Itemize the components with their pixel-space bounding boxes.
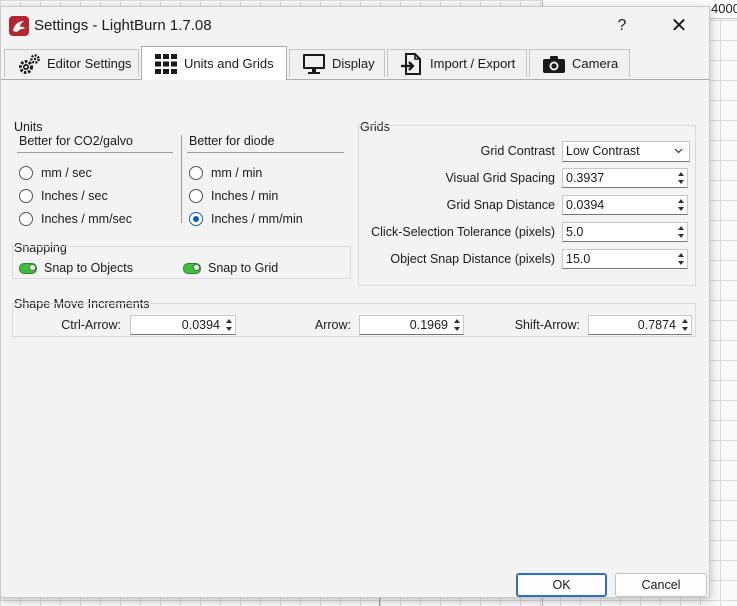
radio-circle-selected[interactable] bbox=[189, 212, 203, 226]
object-snap-distance-label: Object Snap Distance (pixels) bbox=[390, 252, 555, 266]
radio-circle[interactable] bbox=[19, 166, 33, 180]
arrow-input[interactable] bbox=[363, 317, 448, 333]
radio-inches-sec[interactable]: Inches / sec bbox=[19, 189, 108, 203]
tab-display-label: Display bbox=[332, 56, 375, 71]
units-group-title: Units bbox=[14, 120, 43, 134]
spin-arrows[interactable] bbox=[676, 197, 686, 213]
click-selection-tolerance-spinbox[interactable] bbox=[562, 222, 688, 242]
camera-icon bbox=[543, 55, 565, 73]
arrow-label: Arrow: bbox=[314, 318, 351, 332]
shift-arrow-input[interactable] bbox=[592, 317, 676, 333]
spin-arrows[interactable] bbox=[676, 224, 686, 240]
toggle-switch-on[interactable] bbox=[183, 262, 201, 274]
visual-grid-spacing-label: Visual Grid Spacing bbox=[445, 171, 555, 185]
ctrl-arrow-spinbox[interactable] bbox=[130, 315, 236, 335]
tab-import-export-label: Import / Export bbox=[430, 56, 516, 71]
radio-label: mm / sec bbox=[41, 166, 92, 180]
spin-arrows[interactable] bbox=[680, 317, 690, 333]
spin-arrows[interactable] bbox=[224, 317, 234, 333]
grid-contrast-select[interactable]: Low Contrast bbox=[562, 141, 690, 162]
co2-column-header: Better for CO2/galvo bbox=[19, 134, 133, 148]
radio-circle[interactable] bbox=[189, 166, 203, 180]
snap-to-objects-label: Snap to Objects bbox=[44, 261, 133, 275]
shift-arrow-spinbox[interactable] bbox=[588, 315, 692, 335]
ctrl-arrow-label: Ctrl-Arrow: bbox=[61, 318, 121, 332]
radio-label: Inches / min bbox=[211, 189, 279, 203]
tab-camera[interactable]: Camera bbox=[529, 49, 630, 77]
gears-icon bbox=[19, 53, 40, 74]
diode-column-header: Better for diode bbox=[189, 134, 275, 148]
click-selection-tolerance-input[interactable] bbox=[566, 224, 666, 240]
close-button[interactable]: ✕ bbox=[664, 12, 694, 40]
title-bar[interactable]: Settings - LightBurn 1.7.08 ? ✕ bbox=[1, 7, 709, 45]
radio-circle[interactable] bbox=[19, 212, 33, 226]
radio-label: Inches / mm/min bbox=[211, 212, 303, 226]
grid-snap-distance-spinbox[interactable] bbox=[562, 195, 688, 215]
snap-to-objects-toggle[interactable]: Snap to Objects bbox=[19, 261, 133, 275]
spin-arrows[interactable] bbox=[676, 251, 686, 267]
radio-mm-min[interactable]: mm / min bbox=[189, 166, 262, 180]
ctrl-arrow-input[interactable] bbox=[134, 317, 220, 333]
visual-grid-spacing-spinbox[interactable] bbox=[562, 168, 688, 188]
diode-header-divider bbox=[187, 152, 344, 153]
radio-inches-mm-sec[interactable]: Inches / mm/sec bbox=[19, 212, 132, 226]
spin-arrows[interactable] bbox=[452, 317, 462, 333]
radio-mm-sec[interactable]: mm / sec bbox=[19, 166, 92, 180]
arrow-spinbox[interactable] bbox=[359, 315, 464, 335]
spin-arrows[interactable] bbox=[676, 170, 686, 186]
units-and-grids-page: Units Better for CO2/galvo Better for di… bbox=[1, 80, 709, 597]
help-button[interactable]: ? bbox=[608, 12, 636, 40]
grid-icon bbox=[155, 53, 177, 74]
tab-camera-label: Camera bbox=[572, 56, 619, 71]
toggle-switch-on[interactable] bbox=[19, 262, 37, 274]
co2-header-divider bbox=[17, 152, 173, 153]
tab-editor-settings-label: Editor Settings bbox=[47, 56, 132, 71]
snap-to-grid-toggle[interactable]: Snap to Grid bbox=[183, 261, 278, 275]
settings-dialog: Settings - LightBurn 1.7.08 ? ✕ Editor S… bbox=[0, 6, 710, 598]
file-import-icon bbox=[401, 52, 421, 75]
radio-label: Inches / mm/sec bbox=[41, 212, 132, 226]
chevron-down-icon bbox=[674, 148, 683, 154]
lightburn-app-icon bbox=[9, 16, 29, 36]
radio-circle[interactable] bbox=[19, 189, 33, 203]
cancel-button[interactable]: Cancel bbox=[615, 573, 707, 597]
tab-import-export[interactable]: Import / Export bbox=[387, 49, 527, 77]
ruler-number: 4000 bbox=[711, 1, 737, 16]
units-column-divider bbox=[181, 135, 182, 223]
tab-display[interactable]: Display bbox=[289, 49, 385, 77]
click-selection-tolerance-label: Click-Selection Tolerance (pixels) bbox=[371, 225, 555, 239]
grid-snap-distance-label: Grid Snap Distance bbox=[446, 198, 555, 212]
grid-contrast-label: Grid Contrast bbox=[480, 144, 555, 158]
tab-units-and-grids[interactable]: Units and Grids bbox=[141, 46, 287, 80]
tab-units-and-grids-label: Units and Grids bbox=[184, 56, 274, 71]
radio-inches-min[interactable]: Inches / min bbox=[189, 189, 278, 203]
radio-circle[interactable] bbox=[189, 189, 203, 203]
monitor-icon bbox=[303, 53, 325, 74]
radio-inches-mm-min[interactable]: Inches / mm/min bbox=[189, 212, 303, 226]
object-snap-distance-input[interactable] bbox=[566, 251, 666, 267]
shift-arrow-label: Shift-Arrow: bbox=[514, 318, 580, 332]
object-snap-distance-spinbox[interactable] bbox=[562, 249, 688, 269]
visual-grid-spacing-input[interactable] bbox=[566, 170, 666, 186]
radio-label: mm / min bbox=[211, 166, 263, 180]
tab-editor-settings[interactable]: Editor Settings bbox=[4, 49, 139, 77]
window-title: Settings - LightBurn 1.7.08 bbox=[34, 17, 212, 34]
grid-contrast-value: Low Contrast bbox=[566, 144, 640, 158]
snap-to-grid-label: Snap to Grid bbox=[208, 261, 279, 275]
radio-label: Inches / sec bbox=[41, 189, 108, 203]
tab-bar: Editor Settings Units and Grids Display bbox=[1, 46, 709, 80]
grid-snap-distance-input[interactable] bbox=[566, 197, 666, 213]
ok-button[interactable]: OK bbox=[516, 573, 607, 597]
